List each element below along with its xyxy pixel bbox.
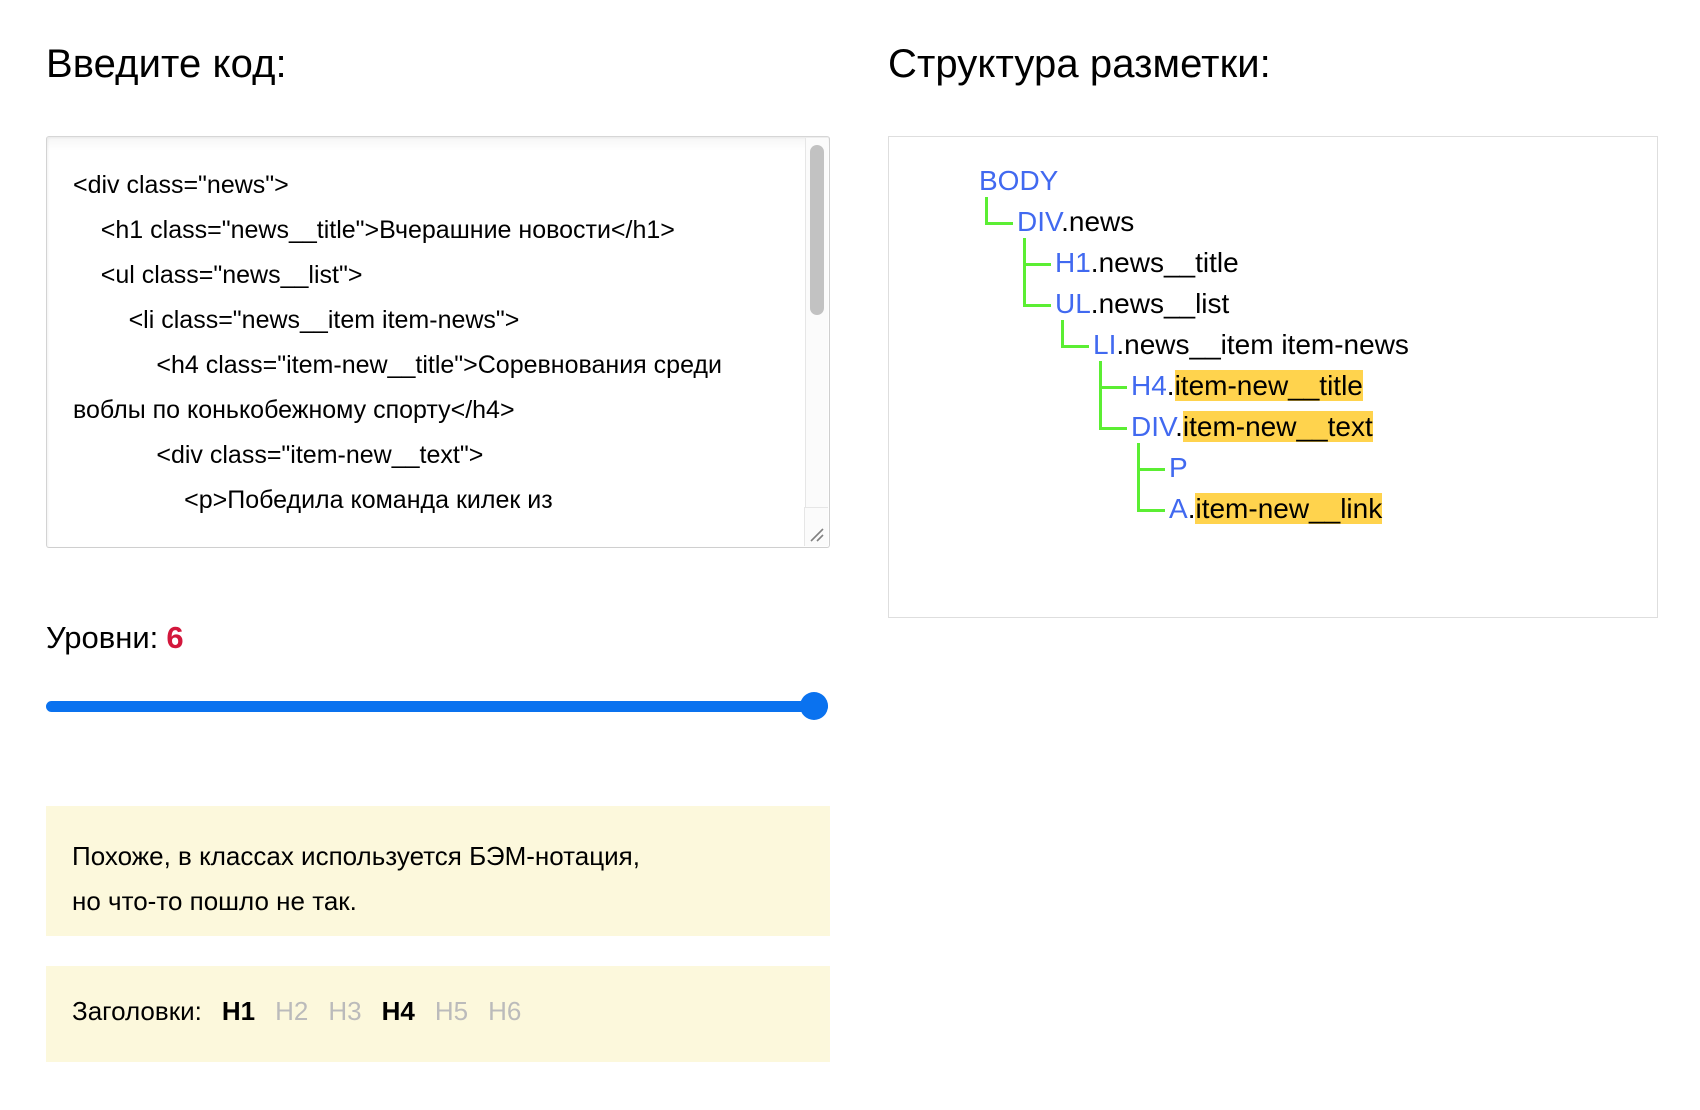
code-scrollbar-track[interactable] [805,138,828,507]
levels-slider[interactable] [46,692,828,720]
resize-handle-icon[interactable] [804,507,828,546]
tree-connector-horizontal [1061,345,1089,348]
headings-label: Заголовки: [72,996,202,1026]
markup-tree: BODY DIV.news H1.news__title UL.news__list L… [889,137,1657,617]
headings-box: Заголовки: H1 H2 H3 H4 H5 H6 [46,966,830,1062]
page-title-structure: Структура разметки: [888,42,1271,86]
tree-connector-horizontal [1137,468,1165,471]
code-textarea[interactable]: <div class="news"> <h1 class="news__titl… [46,136,830,548]
levels-slider-thumb[interactable] [800,692,828,720]
tree-node-class: .news [1061,206,1135,237]
tree-node-tag: BODY [979,165,1059,196]
tree-node-class: item-new__title [1174,370,1363,401]
headings-tag-list: H1 H2 H3 H4 H5 H6 [202,996,522,1026]
tree-node: P [1169,454,1188,482]
tree-connector-vertical [1061,320,1064,345]
tree-node-dot: . [1175,411,1183,442]
tree-connector-vertical [1023,238,1026,304]
tree-node-class: item-new__link [1195,493,1383,524]
tree-node: UL.news__list [1055,290,1229,318]
right-column: Структура разметки: [888,0,1658,86]
tree-node-tag: A [1169,493,1188,524]
page-title-code: Введите код: [46,42,287,86]
bem-notice-line-2: но что-то пошло не так. [72,886,357,916]
tree-node: H4.item-new__title [1131,370,1363,401]
levels-slider-track[interactable] [46,701,828,712]
tree-node: DIV.item-new__text [1131,411,1373,442]
tree-node-tag: UL [1055,288,1091,319]
tree-connector-horizontal [1023,263,1051,266]
heading-tag-h6: H6 [488,996,522,1026]
tree-connector-vertical [1099,361,1102,427]
bem-notice-line-1: Похоже, в классах используется БЭМ-нотац… [72,841,640,871]
tree-node-class: .news__title [1090,247,1239,278]
tree-node-dot: . [1166,370,1175,401]
tree-connector-vertical [1137,443,1140,509]
left-column: Введите код: [46,0,836,86]
tree-node: H1.news__title [1055,249,1239,277]
code-editor-wrap[interactable]: <div class="news"> <h1 class="news__titl… [46,136,830,548]
tree-connector-horizontal [1099,427,1127,430]
tree-connector-horizontal [1137,509,1165,512]
heading-tag-h4: H4 [381,996,415,1026]
tree-connector-horizontal [1023,304,1051,307]
bem-notice-box: Похоже, в классах используется БЭМ-нотац… [46,806,830,936]
heading-tag-h1: H1 [221,996,256,1026]
tree-connector-horizontal [1099,386,1127,389]
page-root: Введите код: <div class="news"> <h1 clas… [0,0,1700,1110]
tree-node-tag: P [1169,452,1188,483]
heading-tag-h3: H3 [328,996,362,1026]
tree-node-tag: H4 [1131,370,1167,401]
levels-label: Уровни: [46,620,159,655]
tree-node: LI.news__item item-news [1093,331,1409,359]
tree-node-tag: DIV [1017,206,1062,237]
tree-connector-horizontal [985,222,1013,225]
tree-node-class: item-new__text [1182,411,1373,442]
tree-connector-vertical [985,197,988,222]
levels-value: 6 [166,620,184,655]
markup-structure-panel: BODY DIV.news H1.news__title UL.news__list L… [888,136,1658,618]
tree-node: BODY [979,167,1058,195]
code-textarea-value[interactable]: <div class="news"> <h1 class="news__titl… [47,137,803,523]
tree-node-tag: LI [1093,329,1117,360]
heading-tag-h2: H2 [275,996,309,1026]
tree-node-tag: H1 [1055,247,1091,278]
tree-node-class: .news__list [1090,288,1230,319]
tree-node: A.item-new__link [1169,493,1383,524]
tree-node-tag: DIV [1131,411,1176,442]
code-scrollbar-thumb[interactable] [810,145,824,315]
levels-row: Уровни: 6 [46,622,184,653]
tree-node-class: .news__item item-news [1116,329,1409,360]
tree-node: DIV.news [1017,208,1134,236]
heading-tag-h5: H5 [434,996,469,1026]
